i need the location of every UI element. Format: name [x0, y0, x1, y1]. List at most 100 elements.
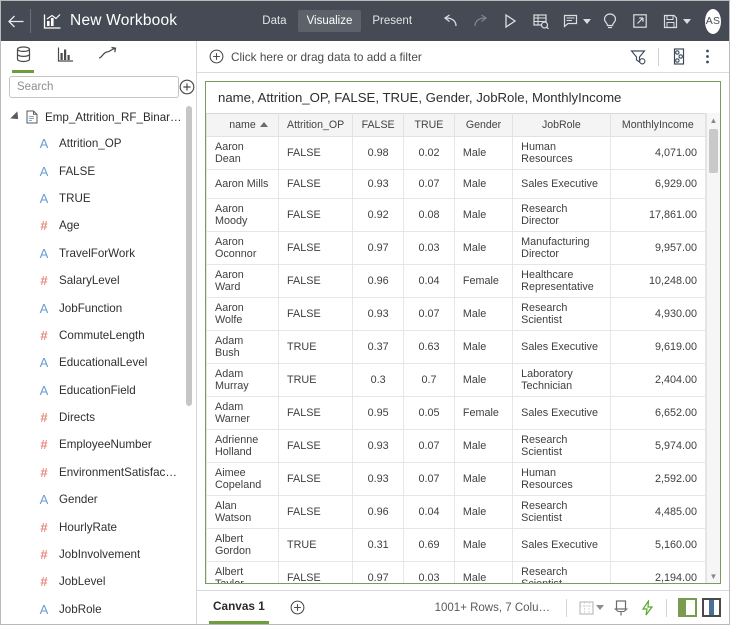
back-button[interactable]	[1, 1, 30, 41]
database-icon	[16, 46, 30, 63]
field-item[interactable]: A JobFunction	[7, 294, 196, 321]
grid-scroll-container: name Attrition_OP FALSE TRUE Gender JobRole Mo…	[206, 113, 720, 583]
field-item[interactable]: A Attrition_OP	[7, 130, 196, 157]
table-row[interactable]: Aaron Dean FALSE 0.98 0.02 Male Human Resourc…	[206, 136, 707, 170]
grid-vertical-scrollbar[interactable]: ▲ ▼	[706, 113, 720, 583]
grid-layout-chevron-down-icon[interactable]	[596, 605, 604, 610]
filter-placeholder-text[interactable]: Click here or drag data to add a filter	[231, 50, 422, 64]
column-header[interactable]: TRUE	[403, 113, 455, 137]
field-label: Attrition_OP	[59, 137, 122, 151]
tab-data[interactable]: Data	[253, 10, 295, 32]
data-refresh-icon[interactable]	[525, 6, 555, 36]
table-row[interactable]: Aaron Moody FALSE 0.92 0.08 Male Research Dir…	[206, 198, 707, 232]
field-label: FALSE	[59, 164, 96, 178]
auto-insights-icon[interactable]	[634, 595, 660, 621]
table-cell: Human Resources	[512, 462, 611, 496]
dataset-node[interactable]: Emp_Attrition_RF_Binar…	[7, 104, 196, 130]
avatar[interactable]: AS	[705, 8, 722, 34]
properties-icon[interactable]	[665, 43, 693, 71]
table-cell: 0.95	[352, 396, 405, 430]
table-cell: Aaron Oconnor	[206, 231, 280, 265]
table-row[interactable]: Aaron Oconnor FALSE 0.97 0.03 Male Manufactur…	[206, 231, 707, 265]
field-item[interactable]: A FALSE	[7, 157, 196, 184]
table-cell: Aaron Moody	[206, 198, 280, 232]
table-row[interactable]: Albert Gordon TRUE 0.31 0.69 Male Sales Execu…	[206, 528, 707, 562]
notes-icon[interactable]	[555, 6, 585, 36]
table-cell: 0.3	[352, 363, 405, 397]
field-list[interactable]: Emp_Attrition_RF_Binar… A Attrition_OP A FA…	[1, 104, 196, 624]
tab-present[interactable]: Present	[363, 10, 421, 32]
table-row[interactable]: Aaron Mills FALSE 0.93 0.07 Male Sales Execut…	[206, 169, 707, 199]
canvas-tab[interactable]: Canvas 1	[209, 591, 269, 624]
export-icon[interactable]	[625, 6, 655, 36]
field-item[interactable]: # SalaryLevel	[7, 267, 196, 294]
field-item[interactable]: # Directs	[7, 404, 196, 431]
field-item[interactable]: # HourlyRate	[7, 513, 196, 540]
field-item[interactable]: A TRUE	[7, 185, 196, 212]
table-cell: Aaron Wolfe	[206, 297, 280, 331]
table-row[interactable]: Adrienne Holland FALSE 0.93 0.07 Male Researc…	[206, 429, 707, 463]
table-row[interactable]: Adam Warner FALSE 0.95 0.05 Female Sales Exec…	[206, 396, 707, 430]
table-row[interactable]: Adam Murray TRUE 0.3 0.7 Male Laboratory Tech…	[206, 363, 707, 397]
undo-icon[interactable]	[435, 6, 465, 36]
play-run-icon[interactable]	[495, 6, 525, 36]
table-cell: Adrienne Holland	[206, 429, 280, 463]
table-cell: TRUE	[278, 330, 354, 364]
data-grid-visualization[interactable]: name, Attrition_OP, FALSE, TRUE, Gender,…	[205, 81, 721, 584]
add-canvas-button[interactable]	[283, 593, 313, 623]
column-header[interactable]: JobRole	[512, 113, 611, 137]
sidebar-item-analytics[interactable]	[95, 42, 119, 72]
column-header[interactable]: MonthlyIncome	[609, 113, 707, 137]
filter-bar-divider	[658, 47, 659, 66]
field-item[interactable]: # JobInvolvement	[7, 541, 196, 568]
layout-left-panel-icon[interactable]	[678, 598, 697, 617]
field-item[interactable]: # EnvironmentSatisfac…	[7, 459, 196, 486]
add-filter-button[interactable]	[209, 49, 224, 64]
column-header[interactable]: Attrition_OP	[278, 113, 354, 137]
save-chevron-down-icon[interactable]	[683, 18, 692, 24]
more-options-icon[interactable]	[693, 43, 721, 71]
table-cell: Aaron Mills	[206, 169, 280, 199]
tab-visualize[interactable]: Visualize	[297, 10, 362, 32]
field-item[interactable]: # CommuteLength	[7, 322, 196, 349]
field-item[interactable]: # Age	[7, 212, 196, 239]
search-input[interactable]	[9, 76, 179, 98]
table-row[interactable]: Aaron Ward FALSE 0.96 0.04 Female Healthcare …	[206, 264, 707, 298]
layout-right-panel-icon[interactable]	[702, 598, 721, 617]
filter-funnel-icon[interactable]	[624, 43, 652, 71]
field-item[interactable]: A TravelForWork	[7, 240, 196, 267]
scroll-down-arrow-icon[interactable]: ▼	[707, 569, 720, 583]
scrollbar-thumb[interactable]	[709, 129, 718, 173]
pin-icon[interactable]	[608, 595, 634, 621]
redo-icon[interactable]	[465, 6, 495, 36]
insights-bulb-icon[interactable]	[595, 6, 625, 36]
table-row[interactable]: Albert TaylorFALSE0.970.03MaleResearch S…	[206, 561, 707, 583]
table-cell: Laboratory Technician	[512, 363, 611, 397]
table-row[interactable]: Alan Watson FALSE 0.96 0.04 Male Research Sci…	[206, 495, 707, 529]
scroll-up-arrow-icon[interactable]: ▲	[707, 113, 720, 127]
field-item[interactable]: A EducationalLevel	[7, 349, 196, 376]
add-dataset-button[interactable]	[179, 76, 195, 98]
table-cell: 0.93	[352, 462, 405, 496]
notes-chevron-down-icon[interactable]	[583, 18, 592, 24]
table-row[interactable]: Aimee Copeland FALSE 0.93 0.07 Male Human Res…	[206, 462, 707, 496]
expand-collapse-triangle-icon[interactable]	[10, 111, 22, 123]
table-cell: 6,929.00	[609, 169, 707, 199]
sidebar-item-data[interactable]	[11, 42, 35, 73]
field-item[interactable]: A JobRole	[7, 596, 196, 623]
table-cell: TRUE	[278, 528, 354, 562]
save-icon[interactable]	[655, 6, 685, 36]
sidebar-item-visualizations[interactable]	[53, 42, 77, 72]
table-row[interactable]: Aaron Wolfe FALSE 0.93 0.07 Male Research Sci…	[206, 297, 707, 331]
field-item[interactable]: # JobLevel	[7, 568, 196, 595]
field-item[interactable]: A Gender	[7, 486, 196, 513]
table-cell: 2,592.00	[609, 462, 707, 496]
column-header[interactable]: name	[206, 113, 280, 137]
field-item[interactable]: # EmployeeNumber	[7, 431, 196, 458]
table-row[interactable]: Adam Bush TRUE 0.37 0.63 Male Sales Executive…	[206, 330, 707, 364]
column-header[interactable]: Gender	[453, 113, 514, 137]
column-header[interactable]: FALSE	[352, 113, 405, 137]
field-list-scrollbar[interactable]	[186, 106, 192, 406]
field-item[interactable]: A EducationField	[7, 377, 196, 404]
field-item[interactable]: #JobSatisfaction	[7, 623, 196, 624]
